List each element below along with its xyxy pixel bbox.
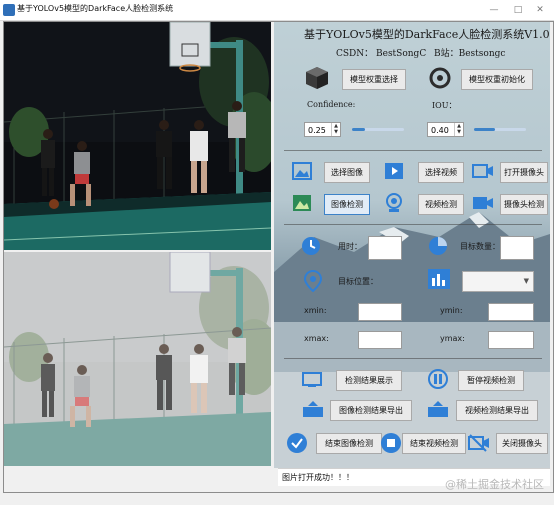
- csdn-credit: CSDN： BestSongC: [336, 49, 427, 59]
- location-pin-icon: [304, 270, 322, 292]
- export-video-icon: [428, 401, 448, 417]
- export-image-icon: [303, 401, 323, 417]
- xmax-label: xmax:: [304, 334, 329, 343]
- close-camera-button[interactable]: 关闭摄像头: [496, 433, 548, 454]
- control-panel: 基于YOLOv5模型的DarkFace人脸检测系统V1.0 CSDN： Best…: [274, 22, 550, 468]
- maximize-button[interactable]: □: [510, 2, 526, 18]
- detection-result-view: [4, 252, 271, 466]
- target-count-label: 目标数量：: [460, 242, 500, 251]
- spin-arrows-icon[interactable]: ▲ ▼: [331, 123, 340, 136]
- confidence-label: Confidence:: [307, 100, 356, 109]
- export-video-results-button[interactable]: 视频检测结果导出: [456, 400, 538, 421]
- bar-chart-icon: [428, 269, 450, 289]
- iou-spinbox[interactable]: 0.40 ▲ ▼: [427, 122, 464, 137]
- camera-detect-icon: [473, 197, 493, 209]
- time-output: [368, 236, 402, 260]
- watermark-text: @稀土掘金技术社区: [445, 478, 544, 491]
- minimize-button[interactable]: —: [486, 2, 502, 18]
- image-detect-button[interactable]: 图像检测: [324, 194, 370, 215]
- webcam-icon: [386, 193, 402, 212]
- ymax-label: ymax:: [440, 334, 465, 343]
- end-image-detect-button[interactable]: 结束图像检测: [316, 433, 382, 454]
- bilibili-credit: B站：Bestsongc: [434, 49, 506, 59]
- confidence-spinbox[interactable]: 0.25 ▲ ▼: [304, 122, 341, 137]
- app-heading: 基于YOLOv5模型的DarkFace人脸检测系统V1.0: [304, 28, 550, 41]
- camera-detect-button[interactable]: 摄像头检测: [500, 194, 548, 215]
- target-position-label: 目标位置：: [338, 277, 378, 286]
- select-video-button[interactable]: 选择视频: [418, 162, 464, 183]
- select-image-button[interactable]: 选择图像: [324, 162, 370, 183]
- open-camera-button[interactable]: 打开摄像头: [500, 162, 548, 183]
- divider: [284, 150, 542, 151]
- detection-result-photo: [4, 252, 271, 466]
- end-video-icon: [381, 433, 401, 453]
- basketball-scene-photo: [4, 22, 271, 250]
- pause-video-detect-button[interactable]: 暂停视频检测: [458, 370, 524, 391]
- xmin-label: xmin:: [304, 306, 327, 315]
- app-icon: [3, 4, 15, 16]
- settings-icon: [429, 67, 451, 89]
- confidence-slider[interactable]: [352, 128, 404, 131]
- show-results-button[interactable]: 检测结果展示: [336, 370, 402, 391]
- iou-slider-fill: [474, 128, 495, 131]
- cube-icon: [306, 67, 328, 89]
- image-detect-icon: [293, 195, 311, 211]
- spin-arrows-icon[interactable]: ▲ ▼: [454, 123, 463, 136]
- video-play-icon: [385, 163, 403, 179]
- model-weight-select-button[interactable]: 模型权重选择: [342, 69, 406, 90]
- camera-icon: [472, 164, 493, 178]
- confidence-slider-fill: [352, 128, 365, 131]
- target-count-output: [500, 236, 534, 260]
- clock-icon: [302, 237, 320, 255]
- pause-icon: [428, 369, 448, 389]
- ymin-output: [488, 303, 534, 321]
- camera-off-icon: [468, 434, 489, 452]
- divider: [284, 358, 542, 359]
- model-weight-init-button[interactable]: 模型权重初始化: [461, 69, 533, 90]
- image-icon: [292, 162, 312, 180]
- end-image-icon: [287, 433, 307, 453]
- confidence-value: 0.25: [308, 126, 326, 135]
- original-image-view: [4, 22, 271, 250]
- time-label: 用时：: [338, 242, 362, 251]
- window-title: 基于YOLOv5模型的DarkFace人脸检测系统: [17, 4, 174, 13]
- divider: [284, 224, 542, 225]
- chevron-down-icon: ▼: [523, 277, 529, 285]
- window-titlebar: 基于YOLOv5模型的DarkFace人脸检测系统 — □ ✕: [0, 0, 554, 21]
- iou-value: 0.40: [431, 126, 449, 135]
- export-image-results-button[interactable]: 图像检测结果导出: [330, 400, 412, 421]
- iou-label: IOU：: [432, 101, 457, 110]
- xmin-output: [358, 303, 402, 321]
- monitor-icon: [302, 372, 322, 387]
- xmax-output: [358, 331, 402, 349]
- target-select-dropdown[interactable]: ▼: [462, 271, 534, 292]
- ymin-label: ymin:: [440, 306, 463, 315]
- end-video-detect-button[interactable]: 结束视频检测: [402, 433, 466, 454]
- iou-slider[interactable]: [474, 128, 526, 131]
- video-detect-button[interactable]: 视频检测: [418, 194, 464, 215]
- pie-chart-icon: [429, 237, 447, 255]
- close-window-button[interactable]: ✕: [532, 2, 548, 18]
- ymax-output: [488, 331, 534, 349]
